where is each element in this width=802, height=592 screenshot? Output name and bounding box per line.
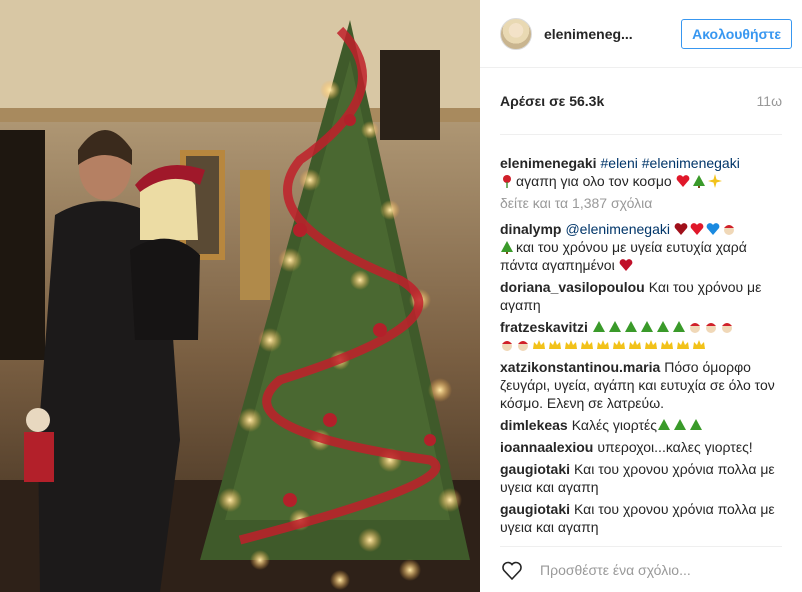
comment-item: doriana_vasilopoulou Και του χρόνου με αγ… [500, 278, 782, 314]
comment-text: υπεροχοι...καλες γιορτες! [597, 439, 753, 455]
comment-username[interactable]: fratzeskavitzi [500, 319, 588, 335]
crown-icon [677, 340, 689, 349]
comments-list[interactable]: elenimenegaki #eleni #elenimenegaki αγαπη… [500, 134, 782, 548]
crown-icon [565, 340, 577, 349]
comment-username[interactable]: ioannaalexiou [500, 439, 593, 455]
view-all-comments-link[interactable]: δείτε και τα 1,387 σχόλια [500, 194, 782, 212]
heart-icon [690, 223, 704, 235]
crown-icon [645, 340, 657, 349]
santa-icon [518, 341, 528, 351]
santa-icon [721, 323, 732, 333]
comment-item: fratzeskavitzi [500, 318, 782, 354]
christmas-tree-icon [674, 419, 687, 430]
santa-icon [689, 323, 700, 333]
christmas-photo-illustration [0, 0, 480, 592]
instagram-post: elenimeneg... Ακολουθήστε Αρέσει σε 56.3… [0, 0, 802, 592]
comment-username[interactable]: dimlekeas [500, 417, 568, 433]
caption-username[interactable]: elenimenegaki [500, 155, 597, 171]
comment-item: dinalymp @elenimenegaki και του χρόνου με… [500, 220, 782, 274]
post-photo[interactable] [0, 0, 480, 592]
comment-item: gaugiotaki Και του χρονου χρόνια πολλα με… [500, 500, 782, 536]
post-time[interactable]: 11ω [757, 93, 782, 109]
post-header: elenimeneg... Ακολουθήστε [480, 0, 802, 68]
caption-hashtags[interactable]: #eleni #elenimenegaki [601, 155, 740, 171]
christmas-tree-icon [658, 419, 671, 430]
add-comment-bar [500, 546, 782, 592]
comment-item: xatzikonstantinou.maria Πόσο όμορφο ζευγά… [500, 358, 782, 412]
comment-item: ioannaalexiou υπεροχοι...καλες γιορτες! [500, 438, 782, 456]
crown-icon [693, 340, 705, 349]
christmas-tree-icon [690, 419, 703, 430]
christmas-tree-icon [501, 241, 513, 254]
comment-username[interactable]: gaugiotaki [500, 501, 570, 517]
comment-username[interactable]: dinalymp [500, 221, 561, 237]
santa-icon [705, 323, 716, 333]
christmas-tree-icon [608, 321, 621, 332]
caption: elenimenegaki #eleni #elenimenegaki αγαπη… [500, 154, 782, 190]
follow-button[interactable]: Ακολουθήστε [681, 18, 792, 49]
crown-icon [629, 340, 641, 349]
christmas-tree-icon [640, 321, 653, 332]
comment-username[interactable]: xatzikonstantinou.maria [500, 359, 660, 375]
rose-icon [503, 175, 511, 188]
comment-username[interactable]: doriana_vasilopoulou [500, 279, 645, 295]
comment-item: gaugiotaki Και του χρονου χρόνια πολλα με… [500, 460, 782, 496]
heart-icon [619, 259, 632, 271]
christmas-tree-icon [592, 321, 605, 332]
comment-mention[interactable]: @elenimenegaki [565, 221, 670, 237]
crown-icon [533, 340, 545, 349]
crown-icon [549, 340, 561, 349]
sparkles-icon [707, 174, 722, 188]
caption-text: αγαπη για ολο τον κοσμο [516, 173, 672, 189]
comment-username[interactable]: gaugiotaki [500, 461, 570, 477]
heart-icon [674, 223, 688, 235]
likes-row: Αρέσει σε 56.3k 11ω [480, 68, 802, 134]
comment-input[interactable] [540, 561, 760, 578]
heart-icon [676, 175, 689, 187]
post-sidebar: elenimeneg... Ακολουθήστε Αρέσει σε 56.3… [480, 0, 802, 592]
heart-outline-icon[interactable] [500, 558, 524, 582]
crown-icon [597, 340, 609, 349]
comment-item: dimlekeas Καλές γιορτές [500, 416, 782, 434]
likes-count[interactable]: Αρέσει σε 56.3k [500, 93, 604, 109]
avatar[interactable] [500, 17, 532, 50]
crown-icon [613, 340, 625, 349]
santa-icon [723, 225, 734, 235]
christmas-tree-icon [624, 321, 637, 332]
crown-icon [661, 340, 673, 349]
heart-icon [706, 223, 720, 235]
christmas-tree-icon [656, 321, 669, 332]
username-link[interactable]: elenimeneg... [544, 26, 681, 42]
christmas-tree-icon [692, 175, 705, 188]
crown-icon [581, 340, 593, 349]
comment-text: Καλές γιορτές [571, 417, 658, 433]
santa-icon [502, 341, 512, 351]
christmas-tree-icon [672, 321, 685, 332]
